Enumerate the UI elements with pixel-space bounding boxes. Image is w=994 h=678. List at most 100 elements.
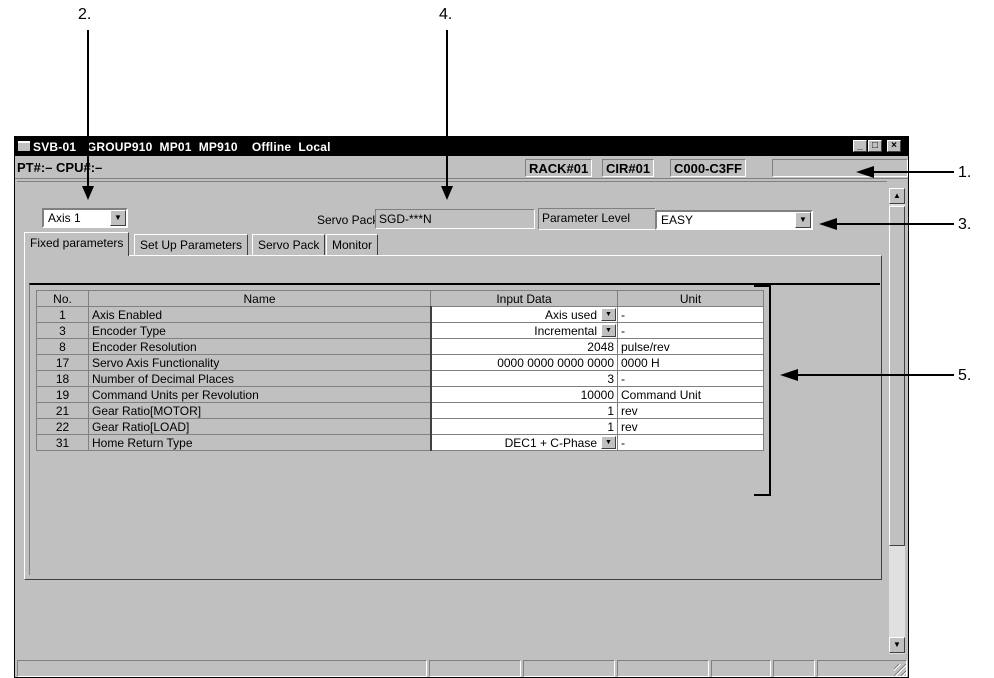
cell-unit-text: rev <box>621 403 638 418</box>
cell-unit-text: - <box>621 323 625 338</box>
cell-name-text: Number of Decimal Places <box>92 371 235 386</box>
cell-input-data-text: 2048 <box>587 339 614 354</box>
chevron-down-icon[interactable]: ▼ <box>601 324 616 337</box>
cell-unit: rev <box>617 418 764 435</box>
content-area: Axis 1 ▼ Servo Pack SGD-***N Parameter L… <box>17 181 887 656</box>
cell-name: Encoder Resolution <box>88 338 432 355</box>
table-row[interactable]: 17 Servo Axis Functionality 0000 0000 0000… <box>36 354 764 371</box>
callout-3: 3. <box>958 216 972 233</box>
cell-unit: pulse/rev <box>617 338 764 355</box>
callout-4-arrow <box>441 186 453 200</box>
cell-no: 3 <box>36 322 89 339</box>
cell-input-data[interactable]: 2048 <box>430 338 618 355</box>
pt-cpu-label: PT#:– CPU#:– <box>17 160 103 175</box>
cell-unit-text: - <box>621 371 625 386</box>
cell-unit: - <box>617 434 764 451</box>
callout-2: 2. <box>78 6 92 23</box>
cell-input-data[interactable]: 1 <box>430 418 618 435</box>
cell-unit: - <box>617 370 764 387</box>
cell-input-data[interactable]: Incremental ▼ <box>430 322 618 339</box>
cell-name-text: Gear Ratio[LOAD] <box>92 419 190 434</box>
cell-no-text: 22 <box>55 419 70 434</box>
cell-no: 18 <box>36 370 89 387</box>
callout-3-line <box>835 223 954 225</box>
chevron-down-icon[interactable]: ▼ <box>601 308 616 321</box>
cell-unit: 0000 H <box>617 354 764 371</box>
cell-no: 1 <box>36 306 89 323</box>
table-row[interactable]: 22 Gear Ratio[LOAD] 1 rev <box>36 418 764 435</box>
table-row[interactable]: 1 Axis Enabled Axis used ▼ - <box>36 306 764 323</box>
tab-set-up-parameters[interactable]: Set Up Parameters <box>134 234 249 255</box>
cell-input-data[interactable]: 1 <box>430 402 618 419</box>
cell-name: Command Units per Revolution <box>88 386 432 403</box>
chevron-down-icon[interactable]: ▼ <box>110 210 126 226</box>
callout-2-line <box>87 30 89 188</box>
cell-name-text: Encoder Type <box>92 323 166 338</box>
rack-status: RACK#01 <box>525 159 593 177</box>
callout-5: 5. <box>958 367 972 384</box>
tab-servo-pack[interactable]: Servo Pack <box>252 234 326 255</box>
axis-select-value: Axis 1 <box>48 211 81 225</box>
cir-status: CIR#01 <box>602 159 655 177</box>
axis-select[interactable]: Axis 1 ▼ <box>42 208 128 228</box>
title-bar[interactable]: SVB-01 GROUP910 MP01 MP910 Offline Local… <box>15 137 908 156</box>
scroll-up-icon[interactable]: ▲ <box>889 188 905 204</box>
minimize-button[interactable]: _ <box>853 140 867 152</box>
table-row[interactable]: 8 Encoder Resolution 2048 pulse/rev <box>36 338 764 355</box>
svb-window: SVB-01 GROUP910 MP01 MP910 Offline Local… <box>14 136 909 678</box>
scroll-thumb[interactable] <box>889 206 905 546</box>
tab-monitor[interactable]: Monitor <box>326 234 379 255</box>
tab-fixed-parameters[interactable]: Fixed parameters <box>24 232 130 256</box>
callout-5-line <box>796 374 954 376</box>
cell-input-data[interactable]: 10000 <box>430 386 618 403</box>
cell-no: 17 <box>36 354 89 371</box>
chevron-down-icon[interactable]: ▼ <box>795 212 811 228</box>
callout-1-line <box>872 171 954 173</box>
cell-no: 8 <box>36 338 89 355</box>
table-row[interactable]: 21 Gear Ratio[MOTOR] 1 rev <box>36 402 764 419</box>
parameter-table: No. Name Input Data Unit 1 Axis Enabled Ax… <box>36 290 764 451</box>
scroll-down-icon[interactable]: ▼ <box>889 637 905 653</box>
cell-name: Gear Ratio[MOTOR] <box>88 402 432 419</box>
cell-input-data[interactable]: Axis used ▼ <box>430 306 618 323</box>
parameter-grid-panel: No. Name Input Data Unit 1 Axis Enabled Ax… <box>29 283 880 575</box>
cell-no-text: 21 <box>55 403 70 418</box>
cell-no: 21 <box>36 402 89 419</box>
cell-input-data[interactable]: DEC1 + C-Phase ▼ <box>430 434 618 451</box>
cell-no-text: 19 <box>55 387 70 402</box>
cell-name-text: Servo Axis Functionality <box>92 355 220 370</box>
cell-unit: Command Unit <box>617 386 764 403</box>
cell-name: Axis Enabled <box>88 306 432 323</box>
cell-unit: rev <box>617 402 764 419</box>
cell-input-data[interactable]: 3 <box>430 370 618 387</box>
close-button[interactable]: × <box>887 140 901 152</box>
bracket-side <box>769 285 771 496</box>
servo-pack-value: SGD-***N <box>379 212 432 226</box>
table-row[interactable]: 19 Command Units per Revolution 10000 Comma… <box>36 386 764 403</box>
parameter-level-select[interactable]: EASY ▼ <box>655 210 813 230</box>
cell-no-text: 8 <box>59 339 66 354</box>
cell-no-text: 3 <box>59 323 66 338</box>
cell-unit-text: - <box>621 435 625 450</box>
table-row[interactable]: 18 Number of Decimal Places 3- <box>36 370 764 387</box>
maximize-button[interactable]: □ <box>868 140 882 152</box>
cell-no-text: 1 <box>59 307 66 322</box>
status-cell <box>617 660 709 677</box>
cell-no-text: 18 <box>55 371 70 386</box>
cell-unit: - <box>617 322 764 339</box>
cell-name-text: Command Units per Revolution <box>92 387 259 402</box>
cell-input-data-text: Incremental <box>534 323 597 338</box>
cell-unit-text: rev <box>621 419 638 434</box>
bracket-bottom <box>754 494 770 496</box>
bracket-top <box>754 285 770 287</box>
table-row[interactable]: 3 Encoder Type Incremental ▼ - <box>36 322 764 339</box>
vertical-scrollbar[interactable]: ▲ ▼ <box>888 188 905 654</box>
chevron-down-icon[interactable]: ▼ <box>601 436 616 449</box>
cell-name: Number of Decimal Places <box>88 370 432 387</box>
table-row[interactable]: 31 Home Return Type DEC1 + C-Phase ▼ - <box>36 434 764 451</box>
cell-no-text: 31 <box>55 435 70 450</box>
cell-input-data[interactable]: 0000 0000 0000 0000 <box>430 354 618 371</box>
cell-name-text: Home Return Type <box>92 435 193 450</box>
callout-1: 1. <box>958 164 972 181</box>
resize-grip-icon[interactable] <box>894 664 906 676</box>
